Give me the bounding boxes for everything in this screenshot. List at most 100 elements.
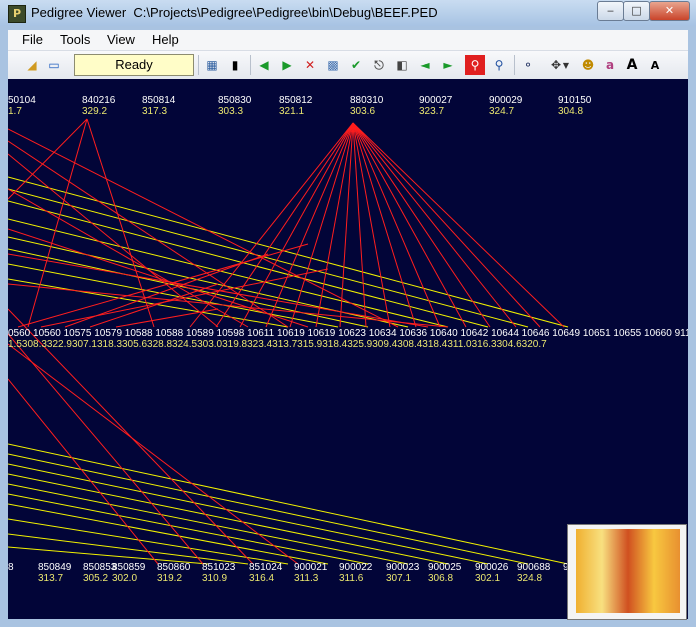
top-node-value: 323.7 <box>419 106 444 117</box>
right-green-icon[interactable]: ► <box>438 55 458 75</box>
window-title: Pedigree Viewer C:\Projects\Pedigree\Ped… <box>31 5 438 20</box>
bottom-node-id: 900021 <box>294 562 328 573</box>
bottom-node-value: 306.8 <box>428 573 453 584</box>
red-link <box>8 228 309 328</box>
grid-icon[interactable]: ▦ <box>202 55 222 75</box>
menu-file[interactable]: File <box>22 32 43 47</box>
red-link <box>8 333 204 565</box>
bottom-node-value: 305.2 <box>83 573 108 584</box>
bottom-node-id: 851024 <box>249 562 283 573</box>
top-node-id: 50104 <box>8 95 36 106</box>
minimap-viewport[interactable] <box>576 529 680 613</box>
zoom-active-icon[interactable]: ⚲ <box>465 55 485 75</box>
yellow-link <box>8 503 329 565</box>
binoculars-icon[interactable]: ⚬ <box>518 55 538 75</box>
gradient-icon[interactable]: ◧ <box>392 55 412 75</box>
font-style-icon[interactable]: a <box>600 55 620 75</box>
top-node-id: 840216 <box>82 95 116 106</box>
middle-row-ids: 0560 10560 10575 10579 10588 10588 10589… <box>8 328 688 339</box>
app-icon: P <box>8 5 26 23</box>
red-link <box>17 243 309 328</box>
red-link <box>339 122 354 328</box>
forward-arrow-icon[interactable]: ▶ <box>277 55 297 75</box>
top-node-id: 850814 <box>142 95 176 106</box>
red-link <box>115 308 219 328</box>
close-button[interactable]: ✕ <box>649 1 690 21</box>
top-node-id: 910150 <box>558 95 592 106</box>
close-doc-icon[interactable]: ✕ <box>300 55 320 75</box>
red-link <box>27 118 88 328</box>
window-icon[interactable]: ▭ <box>44 55 64 75</box>
red-link <box>8 128 399 328</box>
yellow-link <box>8 278 289 328</box>
menu-tools[interactable]: Tools <box>60 32 90 47</box>
menu-view[interactable]: View <box>107 32 135 47</box>
menu-bar: File Tools View Help <box>8 30 688 50</box>
bottom-node-id: 900022 <box>339 562 373 573</box>
open-folder-icon[interactable]: ◢ <box>22 55 42 75</box>
red-link <box>239 122 354 328</box>
red-link <box>40 268 329 328</box>
yellow-link <box>8 188 529 328</box>
top-node-value: 324.7 <box>489 106 514 117</box>
bottom-node-id: 850859 <box>112 562 146 573</box>
bottom-node-value: 313.7 <box>38 573 63 584</box>
back-arrow-icon[interactable]: ◀ <box>254 55 274 75</box>
middle-row-values: 1.5308.3322.9307.1318.3305.6328.8324.530… <box>8 339 547 350</box>
top-node-id: 900029 <box>489 95 523 106</box>
status-text: Ready <box>74 54 194 76</box>
red-link <box>8 140 289 328</box>
top-node-value: 321.1 <box>279 106 304 117</box>
red-link <box>352 122 517 328</box>
zoom-person-icon[interactable]: ⚲ <box>489 55 509 75</box>
menu-help[interactable]: Help <box>152 32 179 47</box>
bottom-node-value: 324.8 <box>517 573 542 584</box>
top-node-id: 850812 <box>279 95 313 106</box>
bottom-node-value: 307.1 <box>386 573 411 584</box>
maximize-button[interactable]: □ <box>623 1 650 21</box>
top-node-id: 900027 <box>419 95 453 106</box>
dropdown-arrow-icon[interactable]: ▼ <box>561 55 571 75</box>
bottom-node-value: 311.6 <box>339 573 364 584</box>
bottom-node-value: 302.1 <box>475 573 500 584</box>
red-link <box>86 118 155 328</box>
red-link <box>352 122 367 328</box>
yellow-link <box>8 200 489 328</box>
print-icon[interactable]: ▩ <box>323 55 343 75</box>
toolbar-separator <box>250 55 251 75</box>
check-icon[interactable]: ✔ <box>346 55 366 75</box>
red-link <box>352 122 491 328</box>
red-link <box>352 122 441 328</box>
top-node-value: 303.3 <box>218 106 243 117</box>
bottom-node-value: 316.4 <box>249 573 274 584</box>
minimize-button[interactable]: ‒ <box>597 1 624 21</box>
red-link <box>215 122 354 328</box>
red-link <box>64 253 269 328</box>
top-node-value: 304.8 <box>558 106 583 117</box>
yellow-link <box>8 176 569 328</box>
face-icon[interactable]: ☻ <box>578 55 598 75</box>
red-link <box>352 122 541 328</box>
red-link <box>265 122 354 328</box>
hierarchy-icon[interactable]: ⎋ <box>369 55 389 75</box>
font-larger-icon[interactable]: A <box>622 55 642 75</box>
title-bar[interactable]: P Pedigree Viewer C:\Projects\Pedigree\P… <box>0 0 696 26</box>
yellow-link <box>8 443 569 565</box>
overview-minimap[interactable] <box>567 524 687 620</box>
yellow-link <box>8 493 369 565</box>
bottom-node-value: 311.3 <box>294 573 319 584</box>
toolbar-separator <box>198 55 199 75</box>
red-link <box>8 188 249 328</box>
bottom-node-id: 850849 <box>38 562 72 573</box>
bottom-node-value: 302.0 <box>112 573 137 584</box>
film-icon[interactable]: ▮ <box>225 55 245 75</box>
top-node-id: 850830 <box>218 95 252 106</box>
bottom-node-value: 310.9 <box>202 573 227 584</box>
left-green-icon[interactable]: ◄ <box>415 55 435 75</box>
application-window: P Pedigree Viewer C:\Projects\Pedigree\P… <box>0 0 696 627</box>
top-node-id: 880310 <box>350 95 384 106</box>
font-smaller-icon[interactable]: A <box>645 55 665 75</box>
bottom-node-id: 900688 <box>517 562 551 573</box>
toolbar-separator <box>514 55 515 75</box>
bottom-node-id: 8 <box>8 562 14 573</box>
